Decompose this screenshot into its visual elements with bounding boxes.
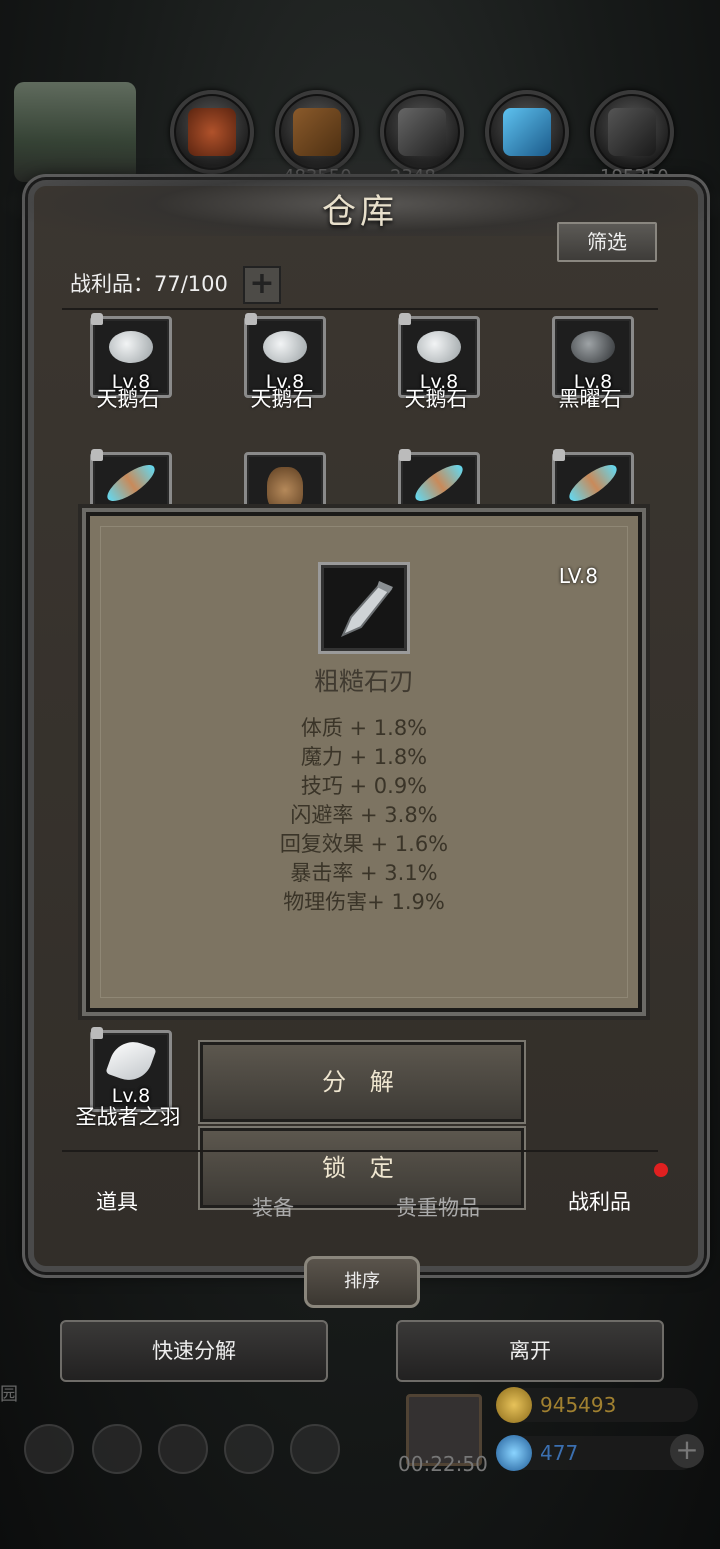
mail-icon[interactable]	[224, 1424, 274, 1474]
add-gems-button[interactable]: +	[670, 1434, 704, 1468]
side-label: 园	[0, 1384, 18, 1405]
shell-icon	[267, 467, 303, 513]
stat-line: 魔力 + 1.8%	[300, 745, 428, 769]
item-name: 天鹅石	[250, 387, 314, 411]
lock-icon	[91, 449, 103, 461]
hammer-icon[interactable]	[290, 1424, 340, 1474]
tooltip-item-icon	[318, 562, 410, 654]
item-name: 圣战者之羽	[75, 1105, 181, 1129]
expand-capacity-button[interactable]: +	[243, 266, 281, 304]
lock-icon	[553, 449, 565, 461]
item-name: 天鹅石	[404, 387, 468, 411]
quick-decompose-button[interactable]: 快速分解	[60, 1320, 328, 1382]
filter-button[interactable]: 筛选	[557, 222, 657, 262]
stat-line: 物理伤害+ 1.9%	[283, 890, 445, 914]
tooltip-item-name: 粗糙石刃	[313, 667, 414, 696]
tooltip-stats: 体质 + 1.8% 魔力 + 1.8% 技巧 + 0.9% 闪避率 + 3.8%…	[90, 714, 638, 917]
stat-line: 体质 + 1.8%	[300, 716, 428, 740]
item-tooltip: LV.8 粗糙石刃 体质 + 1.8% 魔力 + 1.8% 技巧 + 0.9% …	[86, 512, 642, 1012]
stat-line: 技巧 + 0.9%	[300, 774, 428, 798]
lock-icon	[91, 313, 103, 325]
feather-icon	[564, 458, 622, 508]
divider	[62, 1150, 658, 1152]
gift-timer: 00:22:50	[398, 1452, 488, 1476]
tab-equipment[interactable]: 装备	[252, 1192, 294, 1222]
tab-loot[interactable]: 战利品	[568, 1186, 631, 1216]
settings-icon[interactable]	[24, 1424, 74, 1474]
decompose-button[interactable]: 分 解	[200, 1042, 524, 1122]
item-name: 黑曜石	[558, 387, 622, 411]
stat-line: 暴击率 + 3.1%	[290, 861, 438, 885]
tab-items[interactable]: 道具	[96, 1186, 138, 1216]
divider	[62, 308, 658, 310]
notification-dot	[654, 1163, 668, 1177]
obsidian-icon	[571, 331, 615, 363]
gold-coin-icon	[496, 1387, 532, 1423]
lock-icon	[399, 449, 411, 461]
stone-blade-icon	[341, 581, 393, 637]
quest-icon[interactable]	[158, 1424, 208, 1474]
swan-stone-icon	[109, 331, 153, 363]
gem-amount: 477	[540, 1441, 579, 1465]
stat-line: 闪避率 + 3.8%	[290, 803, 438, 827]
item-name: 天鹅石	[96, 387, 160, 411]
swan-stone-icon	[417, 331, 461, 363]
lock-icon	[245, 313, 257, 325]
swan-stone-icon	[263, 331, 307, 363]
loot-capacity: 战利品：77/100	[70, 272, 228, 296]
gem-icon	[496, 1435, 532, 1471]
inventory-slot[interactable]: Lv.8	[90, 1027, 172, 1112]
tooltip-level: LV.8	[558, 564, 598, 588]
lock-icon	[91, 1027, 103, 1039]
lock-icon	[399, 313, 411, 325]
gold-amount: 945493	[540, 1393, 617, 1417]
sort-button[interactable]: 排序	[304, 1256, 420, 1308]
feather-icon	[102, 458, 160, 508]
stat-line: 回复效果 + 1.6%	[279, 832, 449, 856]
tab-valuables[interactable]: 贵重物品	[396, 1192, 480, 1222]
leave-button[interactable]: 离开	[396, 1320, 664, 1382]
feather-icon	[410, 458, 468, 508]
achievement-icon[interactable]	[92, 1424, 142, 1474]
white-feather-icon	[105, 1035, 157, 1087]
